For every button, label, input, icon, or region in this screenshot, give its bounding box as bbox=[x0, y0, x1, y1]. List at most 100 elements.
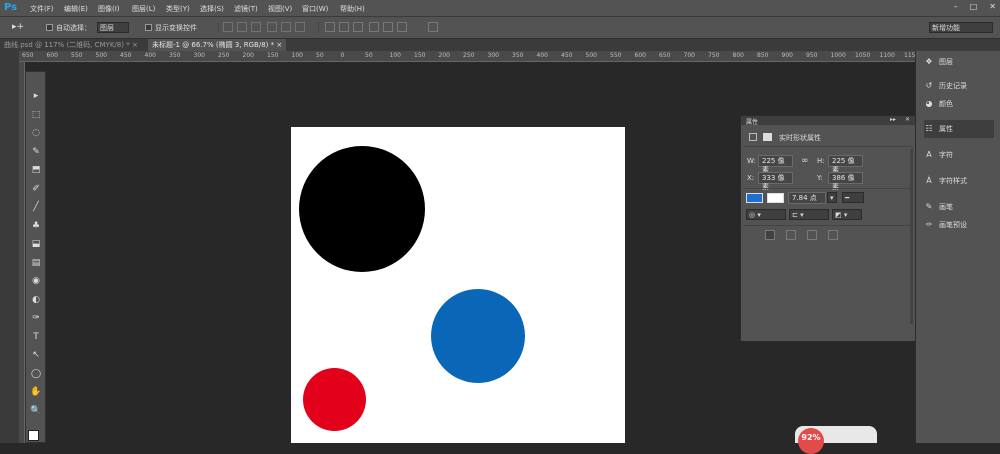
shape-mask-icon[interactable] bbox=[749, 133, 757, 141]
tab-curve-psd[interactable]: 曲线.psd @ 117% (二维码, CMYK/8) * × bbox=[0, 39, 142, 51]
auto-select-checkbox[interactable] bbox=[46, 24, 53, 31]
document-tabs: 曲线.psd @ 117% (二维码, CMYK/8) * × 未标题-1 @ … bbox=[0, 39, 915, 51]
crop-tool-icon[interactable]: ⬒ bbox=[30, 164, 42, 176]
panel-close-icon[interactable]: ✕ bbox=[905, 116, 910, 123]
fill-color-swatch[interactable] bbox=[746, 193, 763, 203]
maximize-icon[interactable]: □ bbox=[970, 2, 978, 11]
menu-edit[interactable]: 编辑(E) bbox=[64, 4, 88, 14]
tab-untitled-1[interactable]: 未标题-1 @ 66.7% (椭圆 3, RGB/8) * × bbox=[148, 39, 287, 51]
collapse-icon[interactable]: ▸▸ bbox=[890, 116, 896, 123]
align-left-icon[interactable] bbox=[267, 22, 277, 32]
dock-label: 字符样式 bbox=[939, 177, 967, 185]
move-tool-icon[interactable]: ▸+ bbox=[12, 22, 24, 32]
width-field[interactable]: 225 像素 bbox=[758, 155, 793, 174]
shape-tool-icon[interactable]: ✋ bbox=[30, 386, 42, 398]
align-hcenter-icon[interactable] bbox=[281, 22, 291, 32]
dock-brush-presets[interactable]: ✑ 画笔预设 bbox=[924, 216, 994, 234]
distribute-left-icon[interactable] bbox=[369, 22, 379, 32]
menu-file[interactable]: 文件(F) bbox=[30, 4, 54, 14]
menu-layer[interactable]: 图层(L) bbox=[132, 4, 155, 14]
distribute-top-icon[interactable] bbox=[325, 22, 335, 32]
dock-layers[interactable]: ❖ 图层 bbox=[924, 53, 994, 71]
path-intersect-icon[interactable] bbox=[807, 230, 817, 240]
move-tool-icon[interactable]: ▸ bbox=[30, 90, 42, 102]
foreground-color-swatch[interactable] bbox=[28, 430, 39, 441]
x-field[interactable]: 333 像素 bbox=[758, 172, 793, 191]
ruler-number: 750 bbox=[708, 52, 720, 59]
ruler-number: 100 bbox=[389, 52, 401, 59]
ruler-number: 50 bbox=[365, 52, 373, 59]
healing-tool-icon[interactable]: ╱ bbox=[30, 201, 42, 213]
red-circle-shape[interactable] bbox=[303, 368, 366, 431]
marquee-tool-icon[interactable]: ⬚ bbox=[30, 109, 42, 121]
eraser-tool-icon[interactable]: ◉ bbox=[30, 275, 42, 287]
stroke-corners-dropdown[interactable]: ◩ ▾ bbox=[832, 209, 862, 220]
stroke-type-dropdown[interactable]: ━ bbox=[842, 192, 864, 203]
auto-align-icon[interactable] bbox=[428, 22, 438, 32]
ruler-number: 850 bbox=[757, 52, 769, 59]
auto-select-dropdown[interactable]: 图层 bbox=[97, 22, 129, 33]
pen-tool-icon[interactable]: T bbox=[30, 331, 42, 343]
menu-filter[interactable]: 滤镜(T) bbox=[234, 4, 258, 14]
tab-close-icon[interactable]: × bbox=[132, 41, 138, 49]
tab-close-icon[interactable]: × bbox=[276, 41, 282, 49]
menu-view[interactable]: 视图(V) bbox=[268, 4, 292, 14]
dock-character[interactable]: A 字符 bbox=[924, 146, 994, 164]
link-icon[interactable]: ∞ bbox=[801, 156, 809, 166]
y-field[interactable]: 386 像素 bbox=[828, 172, 863, 191]
minimize-icon[interactable]: – bbox=[954, 2, 958, 11]
distribute-bottom-icon[interactable] bbox=[353, 22, 363, 32]
ruler-number: 1050 bbox=[855, 52, 871, 59]
ruler-number: 650 bbox=[22, 52, 34, 59]
gradient-tool-icon[interactable]: ◐ bbox=[30, 294, 42, 306]
align-top-icon[interactable] bbox=[223, 22, 233, 32]
stamp-tool-icon[interactable]: ⬓ bbox=[30, 238, 42, 250]
align-bottom-icon[interactable] bbox=[251, 22, 261, 32]
menu-image[interactable]: 图像(I) bbox=[98, 4, 120, 14]
path-exclude-icon[interactable] bbox=[828, 230, 838, 240]
ruler-number: 300 bbox=[487, 52, 499, 59]
distribute-right-icon[interactable] bbox=[397, 22, 407, 32]
workspace-dropdown[interactable]: 新增功能 bbox=[929, 22, 993, 33]
path-select-tool-icon[interactable]: ◯ bbox=[30, 368, 42, 380]
stroke-color-swatch[interactable] bbox=[767, 193, 784, 203]
stroke-width-field[interactable]: 7.84 点 bbox=[788, 192, 826, 204]
vector-mask-icon[interactable] bbox=[763, 133, 772, 141]
distribute-vcenter-icon[interactable] bbox=[339, 22, 349, 32]
menu-type[interactable]: 类型(Y) bbox=[166, 4, 190, 14]
panel-scrollbar[interactable] bbox=[910, 149, 913, 324]
distribute-hcenter-icon[interactable] bbox=[383, 22, 393, 32]
dock-brush[interactable]: ✎ 画笔 bbox=[924, 198, 994, 216]
dodge-tool-icon[interactable]: ✑ bbox=[30, 312, 42, 324]
stroke-caps-dropdown[interactable]: ⊏ ▾ bbox=[789, 209, 829, 220]
dock-color[interactable]: ◕ 颜色 bbox=[924, 95, 994, 113]
menu-window[interactable]: 窗口(W) bbox=[302, 4, 328, 14]
history-brush-tool-icon[interactable]: ▤ bbox=[30, 257, 42, 269]
lasso-tool-icon[interactable]: ◌ bbox=[30, 127, 42, 139]
ruler-number: 50 bbox=[316, 52, 324, 59]
hand-tool-icon[interactable]: 🔍 bbox=[30, 405, 42, 417]
dock-history[interactable]: ↺ 历史记录 bbox=[924, 77, 994, 95]
align-vcenter-icon[interactable] bbox=[237, 22, 247, 32]
stroke-width-dropdown[interactable]: ▾ bbox=[827, 192, 837, 203]
stroke-align-dropdown[interactable]: ◎ ▾ bbox=[746, 209, 786, 220]
path-combine-icon[interactable] bbox=[765, 230, 775, 240]
show-transform-checkbox[interactable] bbox=[145, 24, 152, 31]
document-canvas[interactable] bbox=[291, 127, 625, 443]
path-subtract-icon[interactable] bbox=[786, 230, 796, 240]
blue-circle-shape[interactable] bbox=[431, 289, 525, 383]
align-right-icon[interactable] bbox=[295, 22, 305, 32]
menu-help[interactable]: 帮助(H) bbox=[340, 4, 365, 14]
eyedropper-tool-icon[interactable]: ✐ bbox=[30, 183, 42, 195]
brush-tool-icon[interactable]: ♣ bbox=[30, 220, 42, 232]
quick-select-tool-icon[interactable]: ✎ bbox=[30, 146, 42, 158]
dock-properties[interactable]: ☷ 属性 bbox=[924, 120, 994, 138]
close-icon[interactable]: ✕ bbox=[989, 2, 996, 11]
ruler-number: 500 bbox=[95, 52, 107, 59]
height-field[interactable]: 225 像素 bbox=[828, 155, 863, 174]
dock-character-styles[interactable]: Ȧ 字符样式 bbox=[924, 172, 994, 190]
black-circle-shape[interactable] bbox=[299, 146, 425, 272]
options-bar: ▸+ 自动选择： 图层 显示变换控件 新增功能 bbox=[0, 17, 1000, 39]
type-tool-icon[interactable]: ↖ bbox=[30, 349, 42, 361]
menu-select[interactable]: 选择(S) bbox=[200, 4, 224, 14]
